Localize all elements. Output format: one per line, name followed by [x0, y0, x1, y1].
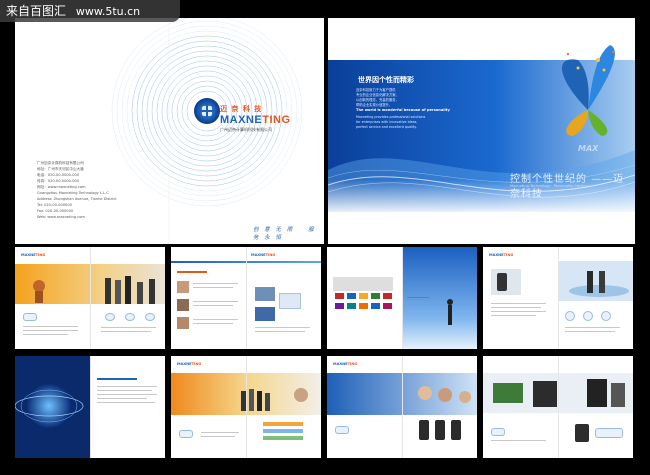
brochure-front-cover: 迈 奈 科 技 MAXNETING 广州迈奈计算机科技有限公司 广州迈奈计算机科… — [15, 18, 324, 244]
feature-panel — [595, 428, 623, 438]
brand-name-en: MAXNETING — [220, 114, 291, 126]
contact-block: 广州迈奈计算机科技有限公司 地址：广州市天河区中山大道 电话：020-00-00… — [37, 161, 117, 219]
phone-icon — [419, 420, 429, 440]
brochure-page-thumb[interactable]: MAXNETING — [327, 356, 477, 458]
office-photo — [255, 307, 275, 321]
sky-banner-image — [402, 247, 477, 349]
portrait-photo — [177, 281, 189, 293]
portrait-photo — [177, 317, 189, 329]
spread-subheading-en: The world is wonderful because of person… — [356, 108, 450, 112]
brochure-page-thumb[interactable]: MAXNETING — [483, 247, 633, 349]
brochure-page-thumb[interactable]: MAXNETING — [171, 247, 321, 349]
product-badge — [179, 430, 193, 438]
brochure-page-thumb[interactable] — [327, 247, 477, 349]
brand-name-cn: 迈 奈 科 技 — [220, 105, 263, 113]
mini-logo: MAXNETING — [251, 253, 276, 257]
portrait-photo — [177, 299, 189, 311]
mini-logo: MAXNETING — [489, 253, 514, 257]
office-photo — [255, 287, 275, 301]
brochure-cover-spread: 迈 奈 科 技 MAXNETING 广州迈奈计算机科技有限公司 广州迈奈计算机科… — [15, 18, 635, 244]
spread-headline: 世界因个性而精彩 — [358, 76, 414, 84]
phone-icon — [435, 420, 445, 440]
watermark-text: 来自百图汇 — [6, 4, 67, 18]
spread-watermark-mark: MAX — [578, 144, 599, 153]
watermark-site: www.5tu.cn — [75, 5, 141, 18]
product-badge — [335, 426, 349, 434]
catalog-preview: 来自百图汇 www.5tu.cn 迈 奈 科 技 MAXNETING 广州迈奈计… — [0, 0, 650, 475]
brochure-page-thumb[interactable]: MAXNETING — [171, 356, 321, 458]
handshake-image — [559, 261, 633, 301]
spread-body-cn: 迈奈科技致力于为客户提供 专业的企业信息化解决方案， 以创新的理念，完善的服务，… — [356, 88, 399, 107]
brand-company-name: 广州迈奈计算机科技有限公司 — [220, 127, 272, 132]
brand-logo: 迈 奈 科 技 MAXNETING 广州迈奈计算机科技有限公司 — [220, 104, 291, 133]
diagram-image — [279, 293, 301, 309]
brochure-page-thumb[interactable] — [483, 356, 633, 458]
product-badge — [491, 428, 505, 436]
spread-body-en: Maxneting provides professional solution… — [356, 115, 426, 129]
watermark-badge: 来自百图汇 www.5tu.cn — [0, 0, 180, 22]
butterfly-graphic — [561, 45, 615, 136]
phone-icon — [451, 420, 461, 440]
mini-logo: MAXNETING — [177, 362, 202, 366]
globe-image — [15, 356, 90, 458]
mini-logo: MAXNETING — [333, 362, 358, 366]
spread-tagline-en: Maxneting Technology · Personality Centu… — [510, 184, 589, 188]
mini-logo: MAXNETING — [21, 253, 46, 257]
brochure-page-thumb[interactable] — [15, 356, 165, 458]
product-badge — [23, 313, 37, 321]
brochure-page-thumb[interactable]: MAXNETING — [15, 247, 165, 349]
cover-slogans: 创 意 无 限服 务 永 恒 — [253, 227, 316, 241]
brochure-inner-page: 世界因个性而精彩 迈奈科技致力于为客户提供 专业的企业信息化解决方案， 以创新的… — [328, 18, 635, 244]
phone-icon — [575, 424, 589, 442]
